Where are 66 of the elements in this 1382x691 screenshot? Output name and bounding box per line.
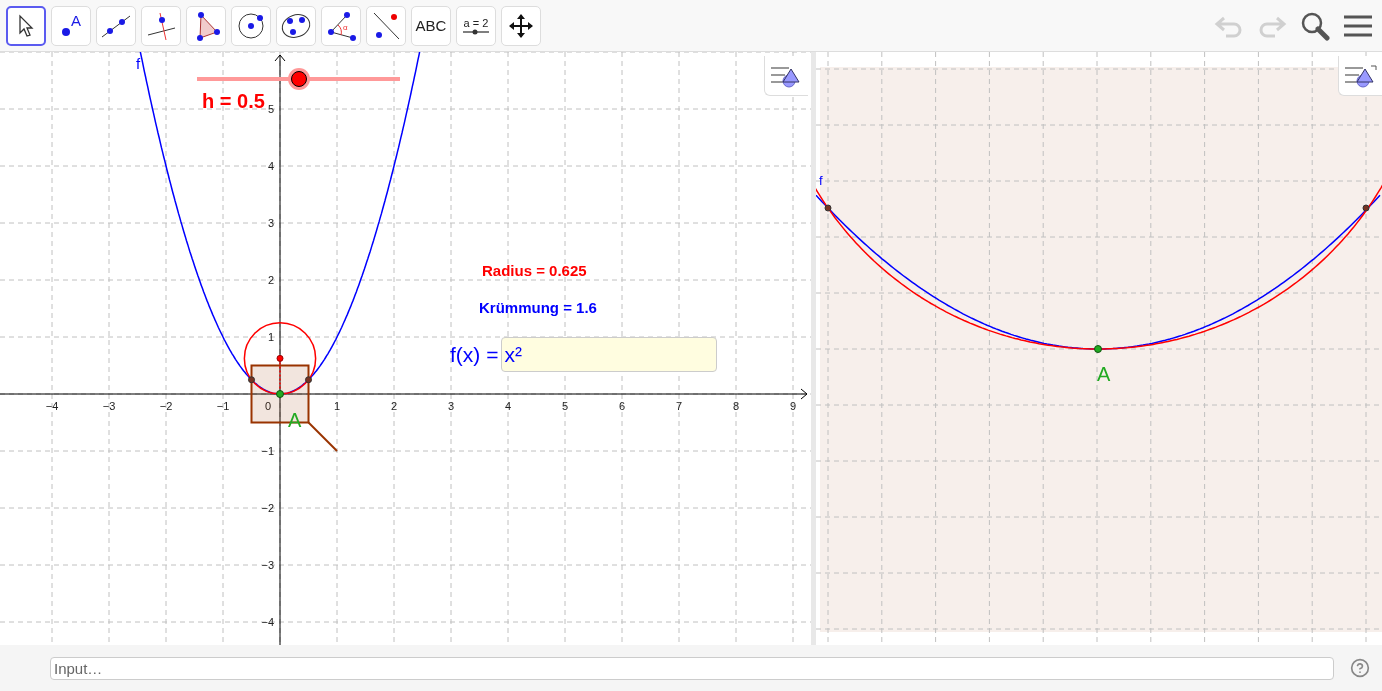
reflect-tool[interactable]	[366, 5, 406, 46]
point-label: A	[71, 11, 81, 29]
axis-tick-label: 8	[732, 400, 740, 412]
axis-tick-label: −1	[216, 400, 230, 412]
center-point	[276, 354, 284, 362]
intersection-point	[248, 376, 255, 384]
move-tool[interactable]	[6, 5, 46, 46]
help-button[interactable]	[1350, 658, 1370, 678]
axis-tick-label: 6	[618, 400, 626, 412]
point-tool[interactable]: A	[51, 5, 91, 46]
intersection-point	[824, 204, 832, 212]
intersection-point	[305, 376, 312, 384]
move-arrows-icon	[508, 12, 534, 39]
graphics-view[interactable]: f A	[816, 52, 1382, 645]
function-input-label: f(x) =	[450, 342, 499, 367]
axis-tick-label: 0	[264, 400, 272, 412]
axis-tick-label: 4	[267, 160, 274, 172]
slider-value-label: h = 0.5	[202, 91, 265, 111]
axis-tick-label: 1	[267, 331, 274, 343]
circle-icon	[236, 10, 266, 41]
axis-tick-label: 3	[447, 400, 455, 412]
axis-tick-label: −2	[159, 400, 173, 412]
intersection-point	[1362, 204, 1370, 212]
axis-tick-label: 5	[267, 103, 274, 115]
axis-tick-label: 9	[789, 400, 797, 412]
axis-tick-label: −4	[261, 616, 274, 628]
axis-tick-label: −1	[261, 445, 274, 457]
slider-icon	[462, 28, 490, 35]
style-bar-button[interactable]	[764, 56, 808, 96]
axis-tick-label: 2	[390, 400, 398, 412]
point-label: A	[1097, 364, 1111, 384]
radius-text: Radius = 0.625	[482, 263, 587, 278]
axis-tick-label: 2	[267, 274, 274, 286]
axis-tick-label: 4	[504, 400, 512, 412]
style-bar-button[interactable]	[1338, 56, 1382, 96]
function-label: f	[136, 56, 141, 71]
perpendicular-tool[interactable]	[141, 5, 181, 46]
axis-tick-label: −2	[261, 502, 274, 514]
axis-tick-label: −3	[261, 559, 274, 571]
circle-tool[interactable]	[231, 5, 271, 46]
function-input-field[interactable]: x²	[501, 337, 718, 372]
axis-tick-label: 5	[561, 400, 569, 412]
axis-tick-label: 7	[675, 400, 683, 412]
menu-icon	[1344, 13, 1372, 38]
axis-tick-label: −3	[102, 400, 116, 412]
curvature-text: Krümmung = 1.6	[479, 300, 597, 315]
axis-tick-label: −4	[45, 400, 59, 412]
function-label: f	[819, 174, 823, 187]
point-a[interactable]	[1094, 345, 1102, 353]
polygon-tool[interactable]	[186, 5, 226, 46]
axis-tick-label: 3	[267, 217, 274, 229]
perpendicular-line-icon	[145, 10, 177, 41]
slider-tool[interactable]: a = 2	[456, 5, 496, 46]
conic-tool[interactable]	[276, 5, 316, 46]
search-icon	[1300, 10, 1330, 41]
axis-tick-label: 1	[333, 400, 341, 412]
pan-tool[interactable]	[501, 5, 541, 46]
line-tool[interactable]	[96, 5, 136, 46]
segment-line	[307, 421, 338, 452]
input-field[interactable]: Input…	[50, 656, 1334, 680]
slider-thumb[interactable]	[290, 71, 307, 87]
help-icon	[1350, 658, 1370, 678]
point-icon	[61, 26, 71, 37]
style-bar-icon	[1342, 62, 1379, 89]
text-tool[interactable]: ABC	[411, 5, 451, 46]
point-a[interactable]	[276, 390, 284, 398]
